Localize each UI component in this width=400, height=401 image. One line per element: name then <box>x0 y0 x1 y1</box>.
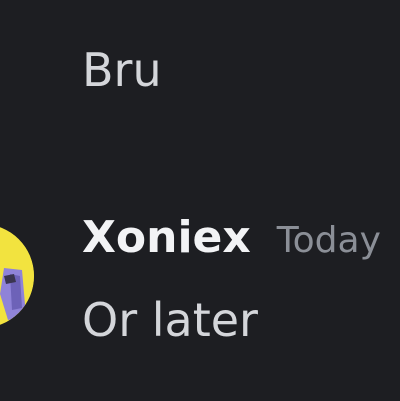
user-avatar-icon[interactable] <box>0 224 34 328</box>
username[interactable]: Xoniex <box>82 206 251 270</box>
timestamp: Today <box>276 220 381 261</box>
message-content: Bru <box>82 43 162 97</box>
avatar-figure <box>0 227 34 325</box>
chat-message: Xoniex Today Or later <box>0 206 400 376</box>
chat-message-list: Bru Xoniex Today Or later <box>0 0 400 401</box>
message-content: Or later <box>82 293 258 347</box>
message-header: Xoniex Today <box>82 206 381 270</box>
